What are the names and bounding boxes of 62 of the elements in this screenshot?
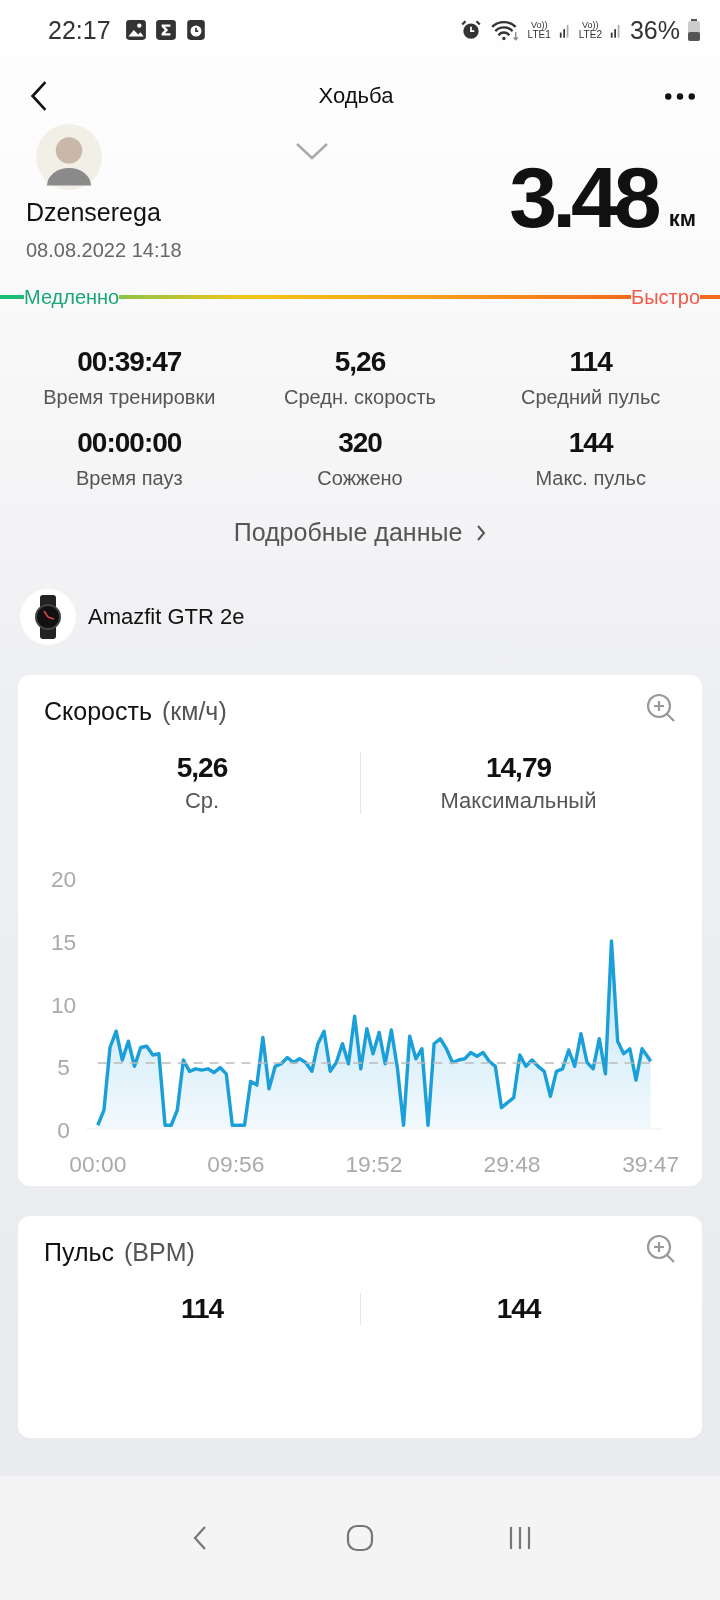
y-tick-label: 20 bbox=[50, 866, 77, 893]
screen-title: Ходьба bbox=[318, 83, 394, 109]
y-tick-label: 5 bbox=[57, 1054, 70, 1081]
volte-label: Vo)) bbox=[530, 20, 548, 30]
x-tick-label: 00:00 bbox=[69, 1151, 127, 1178]
alarm-icon bbox=[459, 19, 482, 41]
stat-label: Средний пульс bbox=[521, 386, 661, 409]
avatar bbox=[36, 124, 102, 190]
card-title: Скорость bbox=[44, 697, 152, 726]
stat-label: Средн. скорость bbox=[284, 386, 436, 409]
x-tick-label: 29:48 bbox=[483, 1151, 541, 1178]
workout-date: 08.08.2022 14:18 bbox=[26, 239, 182, 262]
stat-value: 00:39:47 bbox=[77, 346, 182, 378]
details-link[interactable]: Подробные данные bbox=[233, 518, 487, 547]
summary-value: 14,79 bbox=[485, 752, 552, 784]
distance-unit: км bbox=[668, 206, 696, 233]
chevron-down-icon[interactable] bbox=[294, 142, 329, 160]
stat-label: Время пауз bbox=[76, 467, 183, 490]
zoom-in-icon[interactable] bbox=[646, 692, 676, 723]
stat-value: 5,26 bbox=[334, 346, 386, 378]
device-name: Amazfit GTR 2e bbox=[88, 604, 245, 630]
card-unit: (км/ч) bbox=[161, 697, 227, 726]
chevron-right-icon bbox=[476, 523, 487, 542]
sigma-icon bbox=[154, 19, 177, 41]
clock: 22:17 bbox=[48, 15, 111, 45]
more-icon[interactable] bbox=[664, 91, 696, 101]
card-title: Пульс bbox=[44, 1238, 115, 1267]
x-tick-label: 09:56 bbox=[207, 1151, 265, 1178]
slow-label: Медленно bbox=[24, 285, 120, 309]
volte-label: Vo)) bbox=[582, 20, 599, 30]
y-tick-label: 10 bbox=[50, 991, 77, 1018]
battery-icon bbox=[688, 19, 700, 41]
distance-value: 3.48 bbox=[509, 154, 657, 240]
stat-value: 114 bbox=[569, 346, 612, 378]
image-icon bbox=[124, 19, 147, 41]
summary-label: Максимальный bbox=[440, 788, 597, 814]
summary-value: 114 bbox=[180, 1293, 224, 1325]
battery-percent: 36% bbox=[629, 15, 680, 45]
stat-label: Сожжено bbox=[317, 467, 403, 490]
summary-value: 5,26 bbox=[176, 752, 228, 784]
y-tick-label: 0 bbox=[57, 1117, 70, 1144]
summary-label: Ср. bbox=[184, 788, 220, 814]
stat-label: Время тренировки bbox=[43, 386, 216, 409]
stat-value: 320 bbox=[338, 427, 382, 459]
stat-label: Макс. пульс bbox=[535, 467, 646, 490]
stat-value: 144 bbox=[568, 427, 613, 459]
stat-value: 00:00:00 bbox=[77, 427, 182, 459]
watch-icon bbox=[20, 589, 76, 645]
card-unit: (BPM) bbox=[124, 1238, 195, 1267]
wifi-icon bbox=[489, 19, 520, 41]
fast-label: Быстро bbox=[631, 285, 700, 309]
back-icon[interactable] bbox=[30, 80, 48, 112]
summary-value: 144 bbox=[496, 1293, 541, 1325]
y-tick-label: 15 bbox=[50, 929, 77, 955]
sim-label: LTE1 bbox=[527, 29, 551, 40]
x-tick-label: 39:47 bbox=[622, 1151, 680, 1178]
clock-app-icon bbox=[184, 19, 207, 41]
sim-label: LTE2 bbox=[578, 29, 602, 40]
user-name: Dzenserega bbox=[26, 198, 162, 227]
zoom-in-icon[interactable] bbox=[646, 1233, 676, 1264]
home-nav-icon[interactable] bbox=[345, 1523, 375, 1553]
x-tick-label: 19:52 bbox=[345, 1151, 403, 1178]
